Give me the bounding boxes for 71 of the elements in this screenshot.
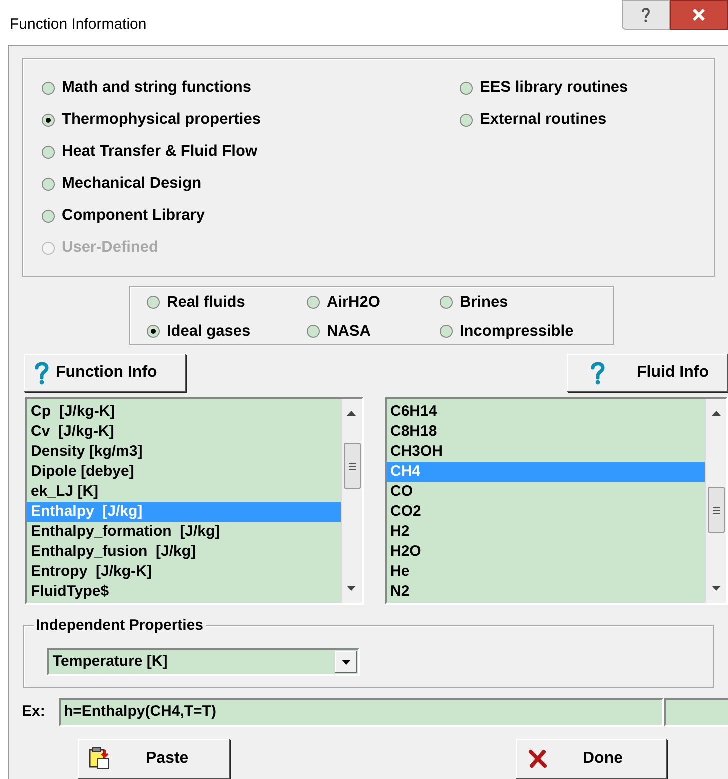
scroll-down-icon[interactable] [712,586,720,592]
scrollbar[interactable] [340,399,362,604]
scroll-thumb[interactable] [344,443,360,490]
list-item[interactable]: ek_LJ [K] [27,482,340,502]
list-item[interactable]: Entropy [J/kg-K] [27,562,340,582]
radio-label: Brines [460,292,508,313]
question-mark-icon [34,361,50,386]
radio-label: EES library routines [480,78,628,98]
scroll-up-icon[interactable] [712,411,720,416]
list-item[interactable]: FluidType$ [27,582,340,602]
radio-label: Real fluids [167,292,246,313]
help-icon [641,7,651,23]
help-button[interactable] [622,0,670,30]
radio-label: Ideal gases [167,322,251,342]
list-item[interactable]: Cv [J/kg-K] [27,422,340,442]
scroll-up-icon[interactable] [347,411,356,416]
cross-icon [528,749,548,770]
property-dropdown[interactable]: Temperature [K] [47,648,360,676]
list-item[interactable]: Cp [J/kg-K] [27,402,340,422]
radio-label: Component Library [62,206,205,226]
list-item[interactable]: H2 [386,522,705,542]
radio-button[interactable] [440,296,453,309]
function-info-button[interactable]: Function Info [24,354,186,392]
paste-button[interactable]: Paste [78,739,230,779]
radio-label: External routines [480,110,607,130]
radio-button[interactable] [42,210,55,222]
status-cell [664,698,728,728]
radio-label: Incompressible [460,322,574,342]
radio-button[interactable] [460,114,473,126]
question-mark-icon [590,361,606,386]
close-button[interactable] [670,0,728,30]
radio-button[interactable] [42,146,55,158]
window-title: Function Information [10,15,147,35]
radio-label: User-Defined [62,238,158,258]
radio-button[interactable] [42,178,55,190]
list-item[interactable]: Enthalpy_fusion [J/kg] [27,542,340,562]
radio-button[interactable] [440,325,453,338]
example-field[interactable]: h=Enthalpy(CH4,T=T) [58,698,664,728]
radio-label: Heat Transfer & Fluid Flow [62,142,258,162]
list-item[interactable]: Enthalpy_formation [J/kg] [27,522,340,542]
radio-button[interactable] [42,82,55,94]
radio-label: AirH2O [327,292,380,313]
list-item[interactable]: H2O [386,542,705,562]
radio-button[interactable] [147,296,160,309]
radio-button[interactable] [147,325,160,338]
radio-label: NASA [327,322,371,342]
list-item[interactable]: Dipole [debye] [27,462,340,482]
radio-label: Math and string functions [62,78,252,98]
scroll-down-icon[interactable] [347,586,356,592]
fluid-info-button[interactable]: Fluid Info [567,354,728,392]
radio-label: Thermophysical properties [62,110,261,130]
close-icon [692,9,706,21]
dropdown-arrow-icon [342,660,350,665]
list-item[interactable]: He [386,562,705,582]
list-item[interactable]: CO [386,482,705,502]
radio-button[interactable] [42,114,55,126]
done-button[interactable]: Done [516,739,667,779]
list-item[interactable]: CH3OH [386,442,705,462]
list-item[interactable]: CO2 [386,502,705,522]
clipboard-icon [88,747,112,772]
radio-button[interactable] [307,325,320,338]
radio-button[interactable] [460,82,473,94]
example-label: Ex: [22,702,46,722]
radio-label: Mechanical Design [62,174,202,194]
list-item[interactable]: Density [kg/m3] [27,442,340,462]
list-item[interactable]: C8H18 [386,422,705,442]
list-item[interactable]: N2 [386,582,705,602]
scrollbar[interactable] [705,399,726,604]
list-item[interactable]: C6H14 [386,402,705,422]
radio-button[interactable] [307,296,320,309]
scroll-thumb[interactable] [708,487,725,534]
